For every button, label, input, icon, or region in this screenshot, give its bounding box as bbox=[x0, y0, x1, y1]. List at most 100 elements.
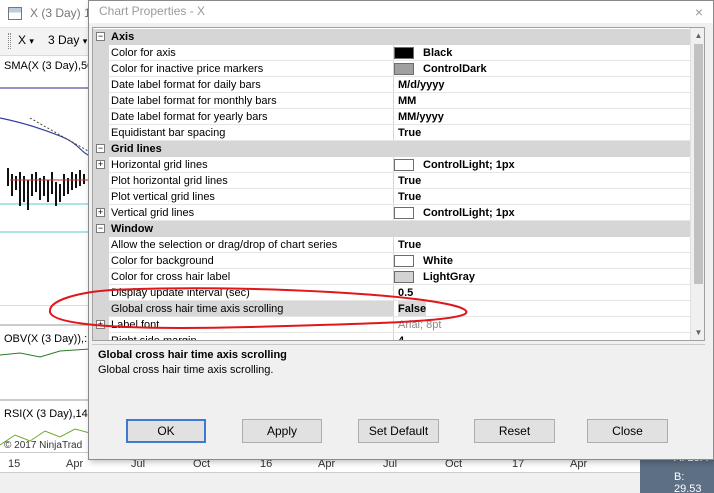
property-value[interactable]: True bbox=[398, 173, 421, 189]
row-gutter bbox=[93, 189, 109, 205]
category-grid-lines[interactable]: − Grid lines bbox=[93, 141, 690, 157]
column-divider bbox=[393, 93, 394, 109]
instrument-selector[interactable]: X ▾ bbox=[18, 33, 34, 47]
description-text: Global cross hair time axis scrolling. bbox=[98, 364, 274, 376]
chart-horizontal-scrollbar[interactable] bbox=[0, 472, 640, 493]
row-gutter bbox=[93, 45, 109, 61]
property-name: Display update interval (sec) bbox=[111, 287, 250, 299]
close-button[interactable]: Close bbox=[587, 419, 668, 443]
property-value[interactable]: Arial; 8pt bbox=[398, 317, 441, 333]
property-value[interactable]: White bbox=[423, 253, 453, 269]
property-row[interactable]: Allow the selection or drag/drop of char… bbox=[93, 237, 690, 253]
property-value[interactable]: True bbox=[398, 237, 421, 253]
row-gutter bbox=[93, 253, 109, 269]
row-gutter bbox=[93, 333, 109, 340]
price-chart-area[interactable] bbox=[0, 56, 90, 306]
row-gutter bbox=[93, 93, 109, 109]
column-divider bbox=[393, 189, 394, 205]
property-row[interactable]: Right side margin 4 bbox=[93, 333, 690, 340]
property-row[interactable]: + Vertical grid lines ControlLight; 1px bbox=[93, 205, 690, 221]
column-divider bbox=[393, 77, 394, 93]
chart-window-title: X (3 Day) 1 bbox=[30, 6, 91, 20]
row-gutter bbox=[93, 269, 109, 285]
property-value[interactable]: MM/yyyy bbox=[398, 109, 444, 125]
category-window[interactable]: − Window bbox=[93, 221, 690, 237]
collapse-icon[interactable]: − bbox=[96, 32, 105, 41]
indicator-panels bbox=[0, 324, 90, 446]
property-row[interactable]: Plot horizontal grid lines True bbox=[93, 173, 690, 189]
property-value[interactable]: Black bbox=[423, 45, 452, 61]
property-value[interactable]: M/d/yyyy bbox=[398, 77, 444, 93]
property-grid[interactable]: − Axis Color for axis Black Color for inacti… bbox=[92, 27, 705, 341]
chevron-down-icon: ▾ bbox=[82, 36, 88, 46]
close-icon[interactable]: × bbox=[689, 3, 709, 21]
property-row[interactable]: Color for cross hair label LightGray bbox=[93, 269, 690, 285]
column-divider bbox=[393, 333, 394, 340]
property-value[interactable]: MM bbox=[398, 93, 416, 109]
trend-line bbox=[29, 117, 90, 153]
property-name: Date label format for daily bars bbox=[111, 79, 261, 91]
row-gutter bbox=[93, 285, 109, 301]
reset-button[interactable]: Reset bbox=[474, 419, 555, 443]
property-row[interactable]: Display update interval (sec) 0.5 bbox=[93, 285, 690, 301]
toolbar-grip bbox=[8, 33, 11, 49]
property-value[interactable]: False bbox=[398, 301, 427, 317]
scroll-up-icon[interactable]: ▲ bbox=[691, 28, 704, 43]
category-label: Axis bbox=[111, 31, 135, 43]
category-axis[interactable]: − Axis bbox=[93, 29, 690, 45]
property-row[interactable]: Date label format for daily bars M/d/yyyy bbox=[93, 77, 690, 93]
property-row[interactable]: Date label format for yearly bars MM/yyyy bbox=[93, 109, 690, 125]
category-label: Grid lines bbox=[111, 143, 162, 155]
apply-button[interactable]: Apply bbox=[242, 419, 322, 443]
ok-button[interactable]: OK bbox=[126, 419, 206, 443]
property-value[interactable]: True bbox=[398, 189, 421, 205]
property-row[interactable]: + Horizontal grid lines ControlLight; 1px bbox=[93, 157, 690, 173]
row-gutter bbox=[93, 77, 109, 93]
property-value[interactable]: ControlLight; 1px bbox=[423, 157, 515, 173]
chart-properties-dialog: Chart Properties - X × − Axis Color for ax… bbox=[88, 0, 714, 460]
expand-icon[interactable]: + bbox=[96, 160, 105, 169]
property-row[interactable]: + Label font Arial; 8pt bbox=[93, 317, 690, 333]
property-name: Allow the selection or drag/drop of char… bbox=[111, 239, 338, 251]
property-value[interactable]: ControlDark bbox=[423, 61, 487, 77]
obv-line bbox=[0, 348, 90, 358]
property-row[interactable]: Equidistant bar spacing True bbox=[93, 125, 690, 141]
collapse-icon[interactable]: − bbox=[96, 144, 105, 153]
property-row[interactable]: Color for inactive price markers ControlD… bbox=[93, 61, 690, 77]
property-row[interactable]: Color for axis Black bbox=[93, 45, 690, 61]
row-gutter bbox=[93, 173, 109, 189]
description-panel: Global cross hair time axis scrolling Gl… bbox=[92, 344, 705, 402]
property-name: Vertical grid lines bbox=[111, 207, 195, 219]
property-value[interactable]: LightGray bbox=[423, 269, 475, 285]
property-row[interactable]: Date label format for monthly bars MM bbox=[93, 93, 690, 109]
row-gutter bbox=[93, 125, 109, 141]
time-axis-label: 15 bbox=[8, 458, 21, 470]
column-divider bbox=[393, 237, 394, 253]
color-swatch bbox=[394, 63, 414, 75]
color-swatch bbox=[394, 255, 414, 267]
property-value[interactable]: 0.5 bbox=[398, 285, 413, 301]
property-row[interactable]: Plot vertical grid lines True bbox=[93, 189, 690, 205]
scroll-down-icon[interactable]: ▼ bbox=[691, 325, 704, 340]
scroll-thumb[interactable] bbox=[694, 44, 703, 284]
property-row[interactable]: Color for background White bbox=[93, 253, 690, 269]
period-selector[interactable]: 3 Day ▾ bbox=[48, 33, 87, 47]
property-value[interactable]: ControlLight; 1px bbox=[423, 205, 515, 221]
column-divider bbox=[393, 285, 394, 301]
set-default-button[interactable]: Set Default bbox=[358, 419, 439, 443]
dialog-titlebar[interactable]: Chart Properties - X × bbox=[89, 1, 713, 23]
property-name: Plot horizontal grid lines bbox=[111, 175, 228, 187]
color-swatch bbox=[394, 207, 414, 219]
sma-line bbox=[0, 117, 90, 157]
property-value[interactable]: True bbox=[398, 125, 421, 141]
property-row[interactable]: Global cross hair time axis scrolling Fal… bbox=[93, 301, 690, 317]
column-divider bbox=[393, 125, 394, 141]
collapse-icon[interactable]: − bbox=[96, 224, 105, 233]
property-value[interactable]: 4 bbox=[398, 333, 404, 340]
property-name: Horizontal grid lines bbox=[111, 159, 208, 171]
property-name: Color for background bbox=[111, 255, 214, 267]
column-divider bbox=[393, 173, 394, 189]
property-grid-scrollbar[interactable]: ▲ ▼ bbox=[690, 28, 704, 340]
expand-icon[interactable]: + bbox=[96, 320, 105, 329]
expand-icon[interactable]: + bbox=[96, 208, 105, 217]
